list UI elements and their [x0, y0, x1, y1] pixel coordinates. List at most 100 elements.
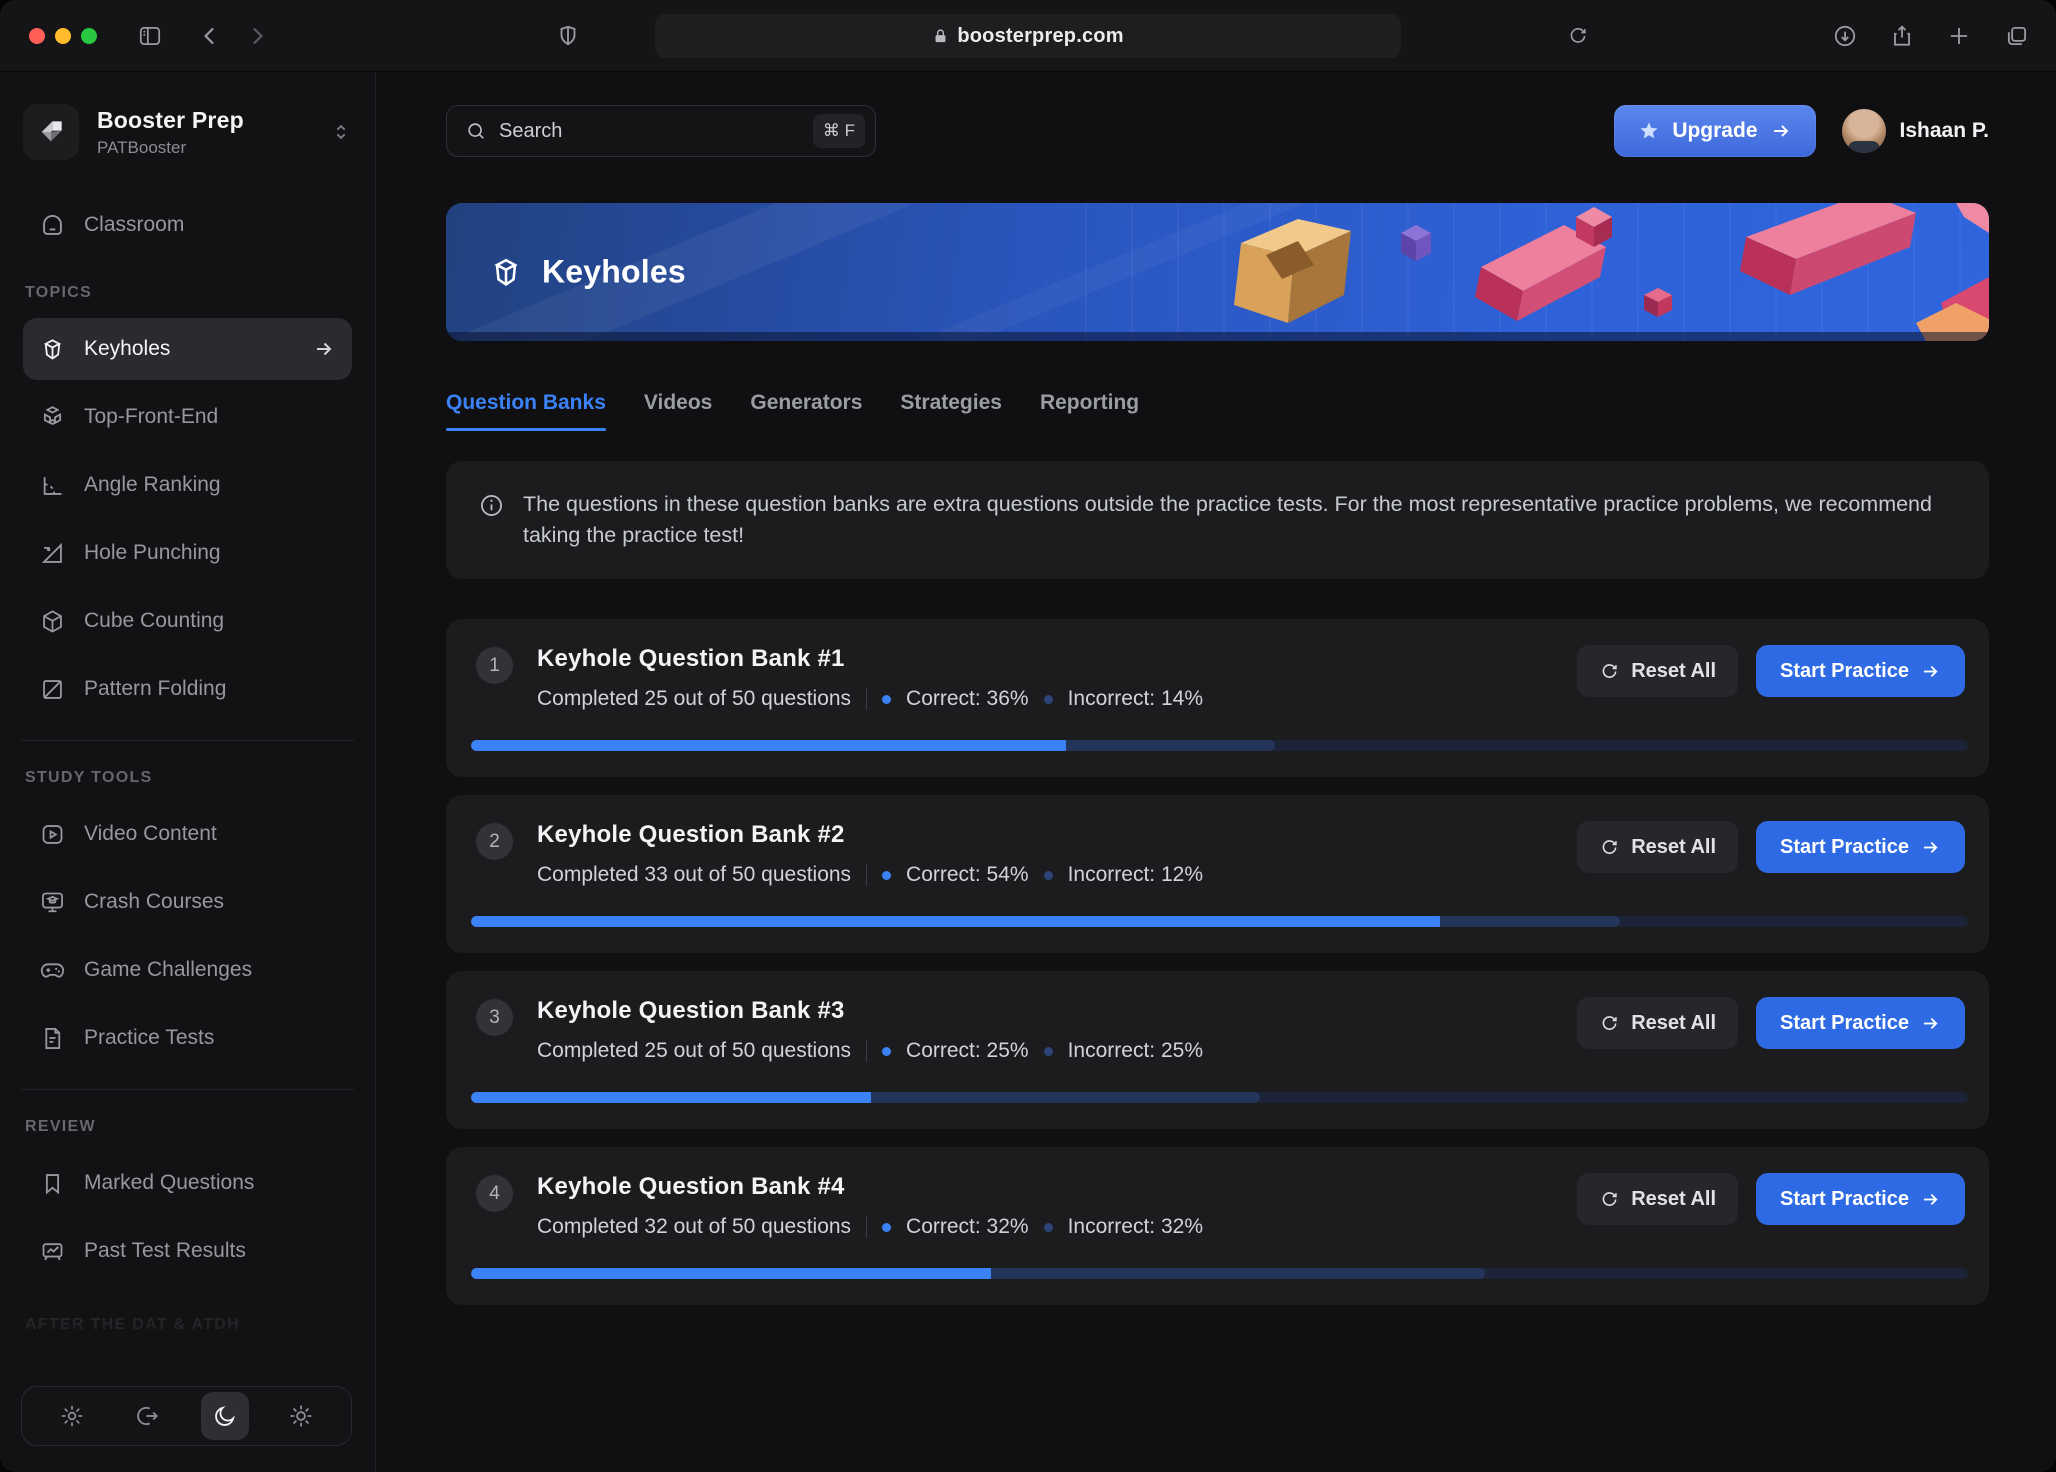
address-bar[interactable]: boosterprep.com	[655, 14, 1401, 58]
progress-incorrect	[1066, 740, 1276, 751]
brand[interactable]: Booster Prep PATBooster	[23, 104, 352, 160]
start-practice-button[interactable]: Start Practice	[1756, 1173, 1965, 1225]
results-chart-icon	[39, 1238, 66, 1265]
question-bank-card-2: 2 Keyhole Question Bank #2 Completed 33 …	[446, 795, 1989, 953]
upgrade-button[interactable]: Upgrade	[1614, 105, 1815, 157]
sidebar-item-past-test-results[interactable]: Past Test Results	[23, 1220, 352, 1282]
crash-courses-icon	[39, 889, 66, 916]
close-window-button[interactable]	[29, 28, 45, 44]
incorrect-text: Incorrect: 32%	[1068, 1215, 1203, 1239]
banner-title-row: Keyholes	[488, 254, 686, 291]
light-mode-button[interactable]	[277, 1392, 325, 1440]
reset-all-button[interactable]: Reset All	[1577, 997, 1738, 1049]
classroom-icon	[39, 212, 66, 239]
avatar[interactable]	[1842, 109, 1886, 153]
reset-icon	[1599, 661, 1620, 682]
logout-icon	[135, 1403, 161, 1429]
url-text: boosterprep.com	[957, 25, 1123, 48]
brand-product: PATBooster	[97, 138, 312, 158]
sidebar-item-classroom[interactable]: Classroom	[23, 194, 352, 256]
sidebar-item-keyholes[interactable]: Keyholes	[23, 318, 352, 380]
tab-question-banks[interactable]: Question Banks	[446, 391, 606, 431]
info-icon	[478, 492, 505, 519]
sidebar-item-label: Video Content	[84, 822, 217, 846]
sidebar-item-crash-courses[interactable]: Crash Courses	[23, 871, 352, 933]
reset-all-button[interactable]: Reset All	[1577, 645, 1738, 697]
start-practice-button[interactable]: Start Practice	[1756, 821, 1965, 873]
logout-button[interactable]	[124, 1392, 172, 1440]
sidebar-item-hole-punching[interactable]: Hole Punching	[23, 522, 352, 584]
sidebar-item-pattern-folding[interactable]: Pattern Folding	[23, 658, 352, 720]
search-bar[interactable]: ⌘ F	[446, 105, 876, 157]
start-practice-label: Start Practice	[1780, 660, 1909, 683]
traffic-lights	[29, 28, 97, 44]
back-icon[interactable]	[198, 23, 224, 49]
dark-mode-button[interactable]	[201, 1392, 249, 1440]
search-icon	[465, 120, 487, 142]
question-bank-card-1: 1 Keyhole Question Bank #1 Completed 25 …	[446, 619, 1989, 777]
incorrect-text: Incorrect: 25%	[1068, 1039, 1203, 1063]
divider	[866, 1216, 867, 1238]
tab-strategies[interactable]: Strategies	[900, 391, 1002, 431]
share-icon[interactable]	[1889, 23, 1915, 49]
topbar-right: Upgrade Ishaan P.	[1614, 105, 1989, 157]
forward-icon[interactable]	[243, 23, 269, 49]
start-practice-label: Start Practice	[1780, 836, 1909, 859]
card-title: Keyhole Question Bank #2	[537, 821, 1203, 849]
sidebar-toggle-icon[interactable]	[137, 23, 163, 49]
tab-generators[interactable]: Generators	[750, 391, 862, 431]
game-controller-icon	[39, 957, 66, 984]
reset-all-button[interactable]: Reset All	[1577, 821, 1738, 873]
new-tab-icon[interactable]	[1946, 23, 1972, 49]
minimize-window-button[interactable]	[55, 28, 71, 44]
divider	[866, 688, 867, 710]
reset-all-button[interactable]: Reset All	[1577, 1173, 1738, 1225]
gear-icon	[59, 1403, 85, 1429]
bookmark-icon	[39, 1170, 66, 1197]
info-text: The questions in these question banks ar…	[523, 489, 1957, 551]
downloads-icon[interactable]	[1832, 23, 1858, 49]
reset-all-label: Reset All	[1631, 1012, 1716, 1035]
document-icon	[39, 1025, 66, 1052]
reload-icon[interactable]	[1567, 25, 1589, 47]
sidebar-item-video-content[interactable]: Video Content	[23, 803, 352, 865]
sidebar-item-game-challenges[interactable]: Game Challenges	[23, 939, 352, 1001]
correct-dot	[882, 1047, 891, 1056]
start-practice-button[interactable]: Start Practice	[1756, 645, 1965, 697]
info-banner: The questions in these question banks ar…	[446, 461, 1989, 579]
sidebar-item-marked-questions[interactable]: Marked Questions	[23, 1152, 352, 1214]
correct-text: Correct: 36%	[906, 687, 1029, 711]
sidebar-item-label: Cube Counting	[84, 609, 224, 633]
shield-icon[interactable]	[555, 23, 581, 49]
question-bank-card-3: 3 Keyhole Question Bank #3 Completed 25 …	[446, 971, 1989, 1129]
tab-overview-icon[interactable]	[2004, 23, 2030, 49]
user-name: Ishaan P.	[1900, 119, 1990, 143]
search-input[interactable]	[499, 120, 801, 143]
star-icon	[1638, 120, 1660, 142]
correct-dot	[882, 871, 891, 880]
browser-window: boosterprep.com Booster Prep	[0, 0, 2056, 1472]
chevron-updown-icon[interactable]	[330, 121, 352, 143]
sidebar-item-cube-counting[interactable]: Cube Counting	[23, 590, 352, 652]
main-content: ⌘ F Upgrade Ishaan P.	[376, 72, 2056, 1472]
sidebar-item-label: Game Challenges	[84, 958, 252, 982]
start-practice-button[interactable]: Start Practice	[1756, 997, 1965, 1049]
sidebar-item-label: Marked Questions	[84, 1171, 254, 1195]
tab-videos[interactable]: Videos	[644, 391, 712, 431]
question-bank-card-4: 4 Keyhole Question Bank #4 Completed 32 …	[446, 1147, 1989, 1305]
sidebar-item-top-front-end[interactable]: Top-Front-End	[23, 386, 352, 448]
sidebar-item-practice-tests[interactable]: Practice Tests	[23, 1007, 352, 1069]
card-title: Keyhole Question Bank #4	[537, 1173, 1203, 1201]
sidebar-item-angle-ranking[interactable]: Angle Ranking	[23, 454, 352, 516]
angle-icon	[39, 472, 66, 499]
tab-reporting[interactable]: Reporting	[1040, 391, 1139, 431]
question-bank-list: 1 Keyhole Question Bank #1 Completed 25 …	[446, 619, 1989, 1305]
reset-icon	[1599, 837, 1620, 858]
divider	[21, 740, 354, 741]
card-subtitle: Completed 32 out of 50 questions Correct…	[537, 1215, 1203, 1239]
start-practice-label: Start Practice	[1780, 1188, 1909, 1211]
zoom-window-button[interactable]	[81, 28, 97, 44]
completed-text: Completed 25 out of 50 questions	[537, 1039, 851, 1063]
card-number-badge: 4	[476, 1175, 513, 1212]
settings-button[interactable]	[48, 1392, 96, 1440]
